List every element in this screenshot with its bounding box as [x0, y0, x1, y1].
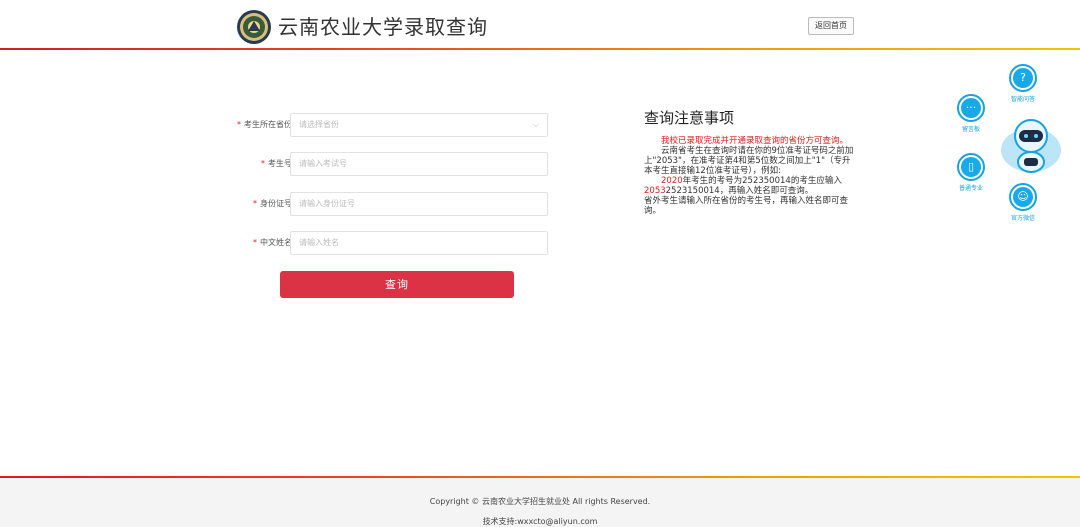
province-row: * 考生所在省份 请选择省份 ⌵ — [220, 113, 550, 137]
notice-paragraph-3: 2020年考生的考号为252350014的考生应输入20532523150014… — [644, 176, 842, 196]
copyright-text: Copyright © 云南农业大学招生就业处 All rights Reser… — [429, 497, 651, 506]
name-label: * 中文姓名 — [253, 238, 292, 247]
name-row: * 中文姓名 请输入姓名 — [220, 231, 550, 255]
name-input[interactable]: 请输入姓名 — [290, 231, 548, 255]
return-home-button[interactable]: 返回首页 — [808, 17, 854, 35]
notice-text: 我校已录取完成并开通录取查询的省份方可查询。 云南省考生在查询时请在你的9位准考… — [644, 136, 854, 216]
exam-number-row: * 考生号 请输入考试号 — [220, 152, 550, 176]
notice-panel: 查询注意事项 我校已录取完成并开通录取查询的省份方可查询。 云南省考生在查询时请… — [644, 108, 854, 216]
site-title: 云南农业大学录取查询 — [278, 15, 488, 39]
id-number-row: * 身份证号 请输入身份证号 — [220, 192, 550, 216]
book-icon: ▯ — [961, 157, 981, 177]
header: 云南农业大学录取查询 返回首页 — [0, 0, 1080, 48]
province-label: * 考生所在省份 — [237, 120, 292, 129]
chevron-down-icon: ⌵ — [532, 120, 539, 129]
notice-paragraph-2: 云南省考生在查询时请在你的9位准考证号码之前加上"2053"，在准考证第4和第5… — [644, 146, 854, 176]
notice-paragraph-1: 我校已录取完成并开通录取查询的省份方可查询。 — [661, 136, 849, 146]
regular-major-button[interactable]: ▯ 普通专业 — [952, 153, 990, 192]
chat-dots-icon: ··· — [961, 98, 981, 118]
university-logo — [237, 10, 271, 44]
smart-qa-button[interactable]: ? 智能问答 — [1004, 64, 1042, 103]
question-icon: ? — [1013, 68, 1033, 88]
header-divider — [0, 48, 1080, 50]
id-number-input[interactable]: 请输入身份证号 — [290, 192, 548, 216]
id-number-label: * 身份证号 — [253, 199, 292, 208]
notice-title: 查询注意事项 — [644, 109, 735, 127]
notice-paragraph-4: 省外考生请输入所在省份的考生号，再输入姓名即可查询。 — [644, 196, 849, 216]
official-wechat-button[interactable]: ☺ 官方微信 — [1004, 183, 1042, 222]
robot-assistant-icon[interactable] — [998, 116, 1064, 178]
tech-support-text: 技术支持:wxxcto@aliyun.com — [482, 517, 598, 526]
province-select[interactable]: 请选择省份 ⌵ — [290, 113, 548, 137]
exam-number-input[interactable]: 请输入考试号 — [290, 152, 548, 176]
message-board-button[interactable]: ··· 留言板 — [952, 94, 990, 133]
exam-number-label: * 考生号 — [261, 159, 292, 168]
wechat-icon: ☺ — [1013, 187, 1033, 207]
query-button[interactable]: 查询 — [280, 271, 514, 298]
